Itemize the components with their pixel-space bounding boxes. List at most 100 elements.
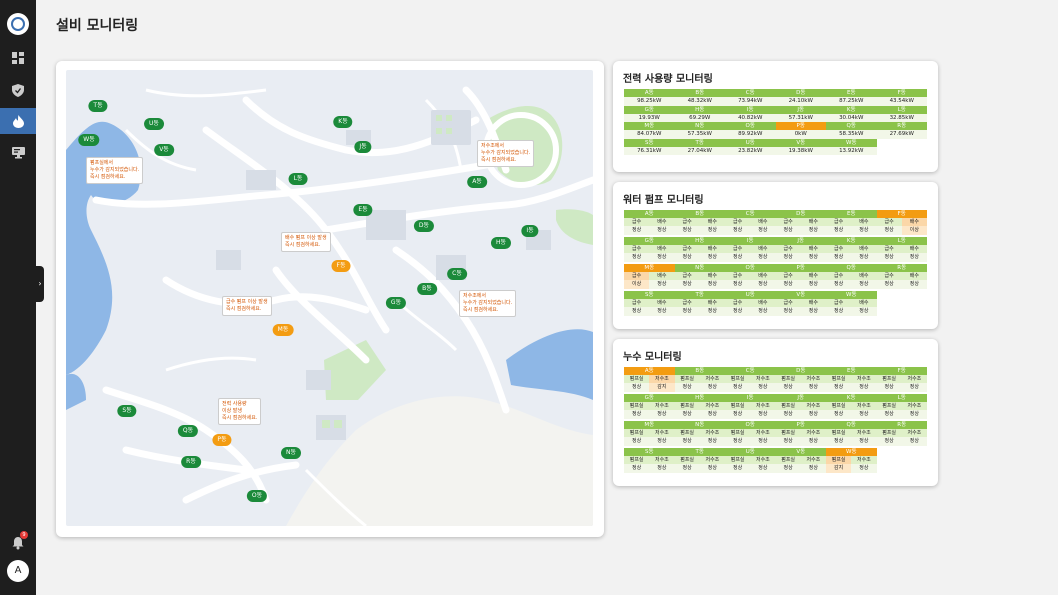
map-marker-D[interactable]: D동: [413, 220, 435, 232]
pump-cell[interactable]: C동 급수 배수 정상 정상: [725, 210, 776, 237]
pump-cell[interactable]: U동 급수 배수 정상 정상: [725, 291, 776, 318]
power-cell[interactable]: E동 87.25kW: [826, 89, 877, 106]
map-marker-C[interactable]: C동: [447, 268, 467, 280]
leak-cell[interactable]: C동 펌프실 저수조 정상 정상: [725, 367, 776, 394]
power-cell[interactable]: O동 89.92kW: [725, 122, 776, 139]
map-marker-I[interactable]: I동: [521, 225, 539, 237]
power-cell[interactable]: L동 32.85kW: [876, 105, 927, 122]
pump-cell[interactable]: O동 급수 배수 정상 정상: [725, 264, 776, 291]
leak-cell[interactable]: J동 펌프실 저수조 정상 정상: [775, 394, 826, 421]
leak-cell[interactable]: U동 펌프실 저수조 정상 정상: [725, 448, 776, 475]
power-cell[interactable]: F동 43.54kW: [876, 89, 927, 106]
map-marker-P[interactable]: P동: [212, 434, 232, 446]
avatar[interactable]: A: [7, 560, 29, 582]
pump-cell[interactable]: D동 급수 배수 정상 정상: [775, 210, 826, 237]
power-cell[interactable]: J동 57.31kW: [775, 105, 826, 122]
map-marker-A[interactable]: A동: [467, 176, 487, 188]
power-cell[interactable]: W동 13.92kW: [826, 138, 877, 155]
power-cell[interactable]: D동 24.10kW: [775, 89, 826, 106]
pump-cell[interactable]: H동 급수 배수 정상 정상: [674, 237, 725, 264]
app-logo[interactable]: [7, 13, 29, 35]
power-cell[interactable]: T동 27.04kW: [674, 138, 725, 155]
leak-cell[interactable]: T동 펌프실 저수조 정상 정상: [674, 448, 725, 475]
map-marker-U[interactable]: U동: [144, 118, 164, 130]
leak-cell[interactable]: D동 펌프실 저수조 정상 정상: [775, 367, 826, 394]
pump-cell[interactable]: N동 급수 배수 정상 정상: [674, 264, 725, 291]
power-cell[interactable]: K동 30.04kW: [826, 105, 877, 122]
map-marker-L[interactable]: L동: [288, 173, 308, 185]
map-marker-S[interactable]: S동: [117, 405, 137, 417]
pump-cell[interactable]: L동 급수 배수 정상 정상: [876, 237, 927, 264]
pump-cell[interactable]: S동 급수 배수 정상 정상: [624, 291, 675, 318]
power-cell[interactable]: M동 84.07kW: [624, 122, 675, 139]
power-cell[interactable]: S동 76.31kW: [624, 138, 675, 155]
power-cell[interactable]: P동 0kW: [775, 122, 826, 139]
sidebar-item-security[interactable]: [0, 77, 36, 103]
power-cell[interactable]: Q동 58.35kW: [826, 122, 877, 139]
map-marker-E[interactable]: E동: [353, 204, 373, 216]
sidebar-item-facility[interactable]: [0, 108, 36, 134]
pump-cell[interactable]: J동 급수 배수 정상 정상: [775, 237, 826, 264]
power-cell[interactable]: U동 23.82kW: [725, 138, 776, 155]
map-marker-T[interactable]: T동: [88, 100, 108, 112]
power-cell[interactable]: C동 73.94kW: [725, 89, 776, 106]
leak-cell[interactable]: G동 펌프실 저수조 정상 정상: [624, 394, 675, 421]
map-marker-B[interactable]: B동: [417, 283, 437, 295]
leak-cell[interactable]: F동 펌프실 저수조 정상 정상: [876, 367, 927, 394]
power-cell[interactable]: V동 19.38kW: [775, 138, 826, 155]
leak-cell[interactable]: K동 펌프실 저수조 정상 정상: [826, 394, 877, 421]
leak-cell[interactable]: W동 펌프실 저수조 감지 정상: [826, 448, 877, 475]
pump-cell[interactable]: B동 급수 배수 정상 정상: [674, 210, 725, 237]
leak-cell[interactable]: E동 펌프실 저수조 정상 정상: [826, 367, 877, 394]
pump-cell[interactable]: I동 급수 배수 정상 정상: [725, 237, 776, 264]
pump-cell[interactable]: P동 급수 배수 정상 정상: [775, 264, 826, 291]
map-marker-O[interactable]: O동: [246, 490, 268, 502]
pump-cell[interactable]: A동 급수 배수 정상 정상: [624, 210, 675, 237]
facility-map[interactable]: T동 W동 U동 V동 K동 J동 L동 A동 E동 D동 I동 H동 F동 C…: [66, 70, 593, 526]
pump-cell[interactable]: Q동 급수 배수 정상 정상: [826, 264, 877, 291]
leak-cell[interactable]: H동 펌프실 저수조 정상 정상: [674, 394, 725, 421]
leak-cell[interactable]: I동 펌프실 저수조 정상 정상: [725, 394, 776, 421]
map-marker-W[interactable]: W동: [78, 134, 100, 146]
map-marker-Q[interactable]: Q동: [177, 425, 199, 437]
leak-cell[interactable]: S동 펌프실 저수조 정상 정상: [624, 448, 675, 475]
leak-cell[interactable]: A동 펌프실 저수조 정상 감지: [624, 367, 675, 394]
pump-cell[interactable]: T동 급수 배수 정상 정상: [674, 291, 725, 318]
leak-cell[interactable]: V동 펌프실 저수조 정상 정상: [775, 448, 826, 475]
sidebar-item-dashboard[interactable]: [0, 45, 36, 71]
pump-cell[interactable]: M동 급수 배수 이상 정상: [624, 264, 675, 291]
leak-cell[interactable]: Q동 펌프실 저수조 정상 정상: [826, 421, 877, 448]
map-marker-M[interactable]: M동: [272, 324, 294, 336]
pump-cell[interactable]: E동 급수 배수 정상 정상: [826, 210, 877, 237]
pump-cell[interactable]: V동 급수 배수 정상 정상: [775, 291, 826, 318]
pump-cell[interactable]: F동 급수 배수 정상 이상: [876, 210, 927, 237]
sidebar-expand-button[interactable]: ›: [36, 266, 44, 302]
map-marker-R[interactable]: R동: [181, 456, 201, 468]
leak-cell[interactable]: L동 펌프실 저수조 정상 정상: [876, 394, 927, 421]
pump-cell[interactable]: W동 급수 배수 정상 정상: [826, 291, 877, 318]
pump-cell[interactable]: R동 급수 배수 정상 정상: [876, 264, 927, 291]
map-marker-H[interactable]: H동: [490, 237, 512, 249]
power-cell[interactable]: I동 40.82kW: [725, 105, 776, 122]
power-cell[interactable]: H동 69.29W: [674, 105, 725, 122]
map-marker-F[interactable]: F동: [331, 260, 351, 272]
sidebar-item-monitor[interactable]: [0, 140, 36, 166]
map-marker-K[interactable]: K동: [333, 116, 353, 128]
pump-cell[interactable]: G동 급수 배수 정상 정상: [624, 237, 675, 264]
power-cell[interactable]: G동 19.93W: [624, 105, 675, 122]
map-marker-V[interactable]: V동: [154, 144, 174, 156]
leak-cell[interactable]: B동 펌프실 저수조 정상 정상: [674, 367, 725, 394]
leak-cell[interactable]: P동 펌프실 저수조 정상 정상: [775, 421, 826, 448]
power-cell[interactable]: A동 98.25kW: [624, 89, 675, 106]
map-marker-J[interactable]: J동: [354, 141, 372, 153]
map-marker-N[interactable]: N동: [280, 447, 302, 459]
pump-cell[interactable]: K동 급수 배수 정상 정상: [826, 237, 877, 264]
leak-cell[interactable]: R동 펌프실 저수조 정상 정상: [876, 421, 927, 448]
leak-cell[interactable]: M동 펌프실 저수조 정상 정상: [624, 421, 675, 448]
power-cell[interactable]: R동 27.69kW: [876, 122, 927, 139]
map-marker-G[interactable]: G동: [385, 297, 407, 309]
power-cell[interactable]: N동 57.35kW: [674, 122, 725, 139]
leak-cell[interactable]: O동 펌프실 저수조 정상 정상: [725, 421, 776, 448]
power-cell[interactable]: B동 48.32kW: [674, 89, 725, 106]
leak-cell[interactable]: N동 펌프실 저수조 정상 정상: [674, 421, 725, 448]
